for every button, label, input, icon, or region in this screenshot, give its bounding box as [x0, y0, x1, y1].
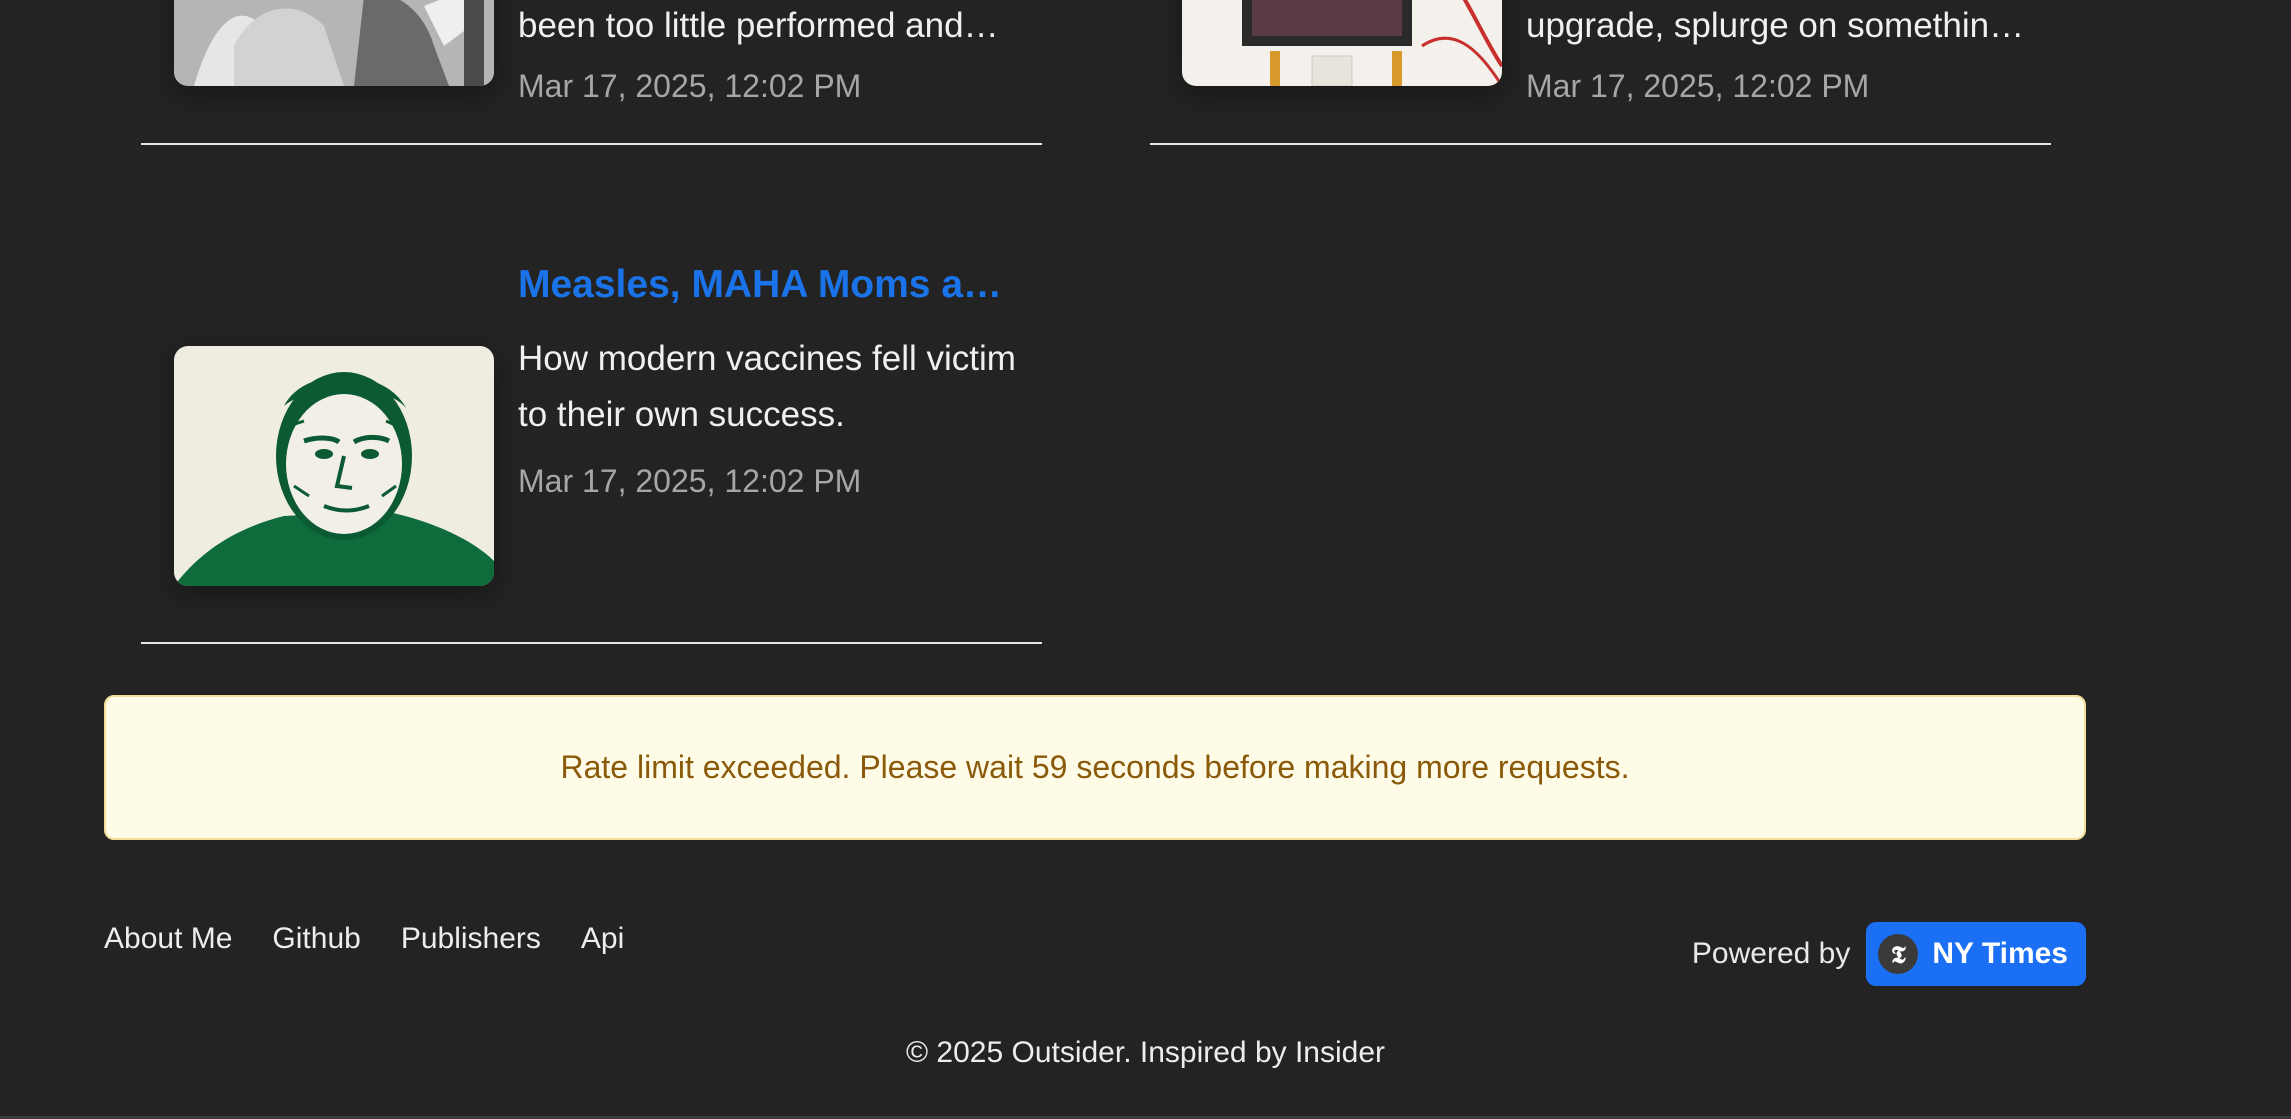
article-title-link[interactable]: Measles, MAHA Moms an…: [518, 263, 1018, 307]
article-summary: How modern vaccines fell victim to their…: [518, 339, 1016, 434]
nyt-badge-label: NY Times: [1932, 937, 2068, 970]
footer-link-publishers[interactable]: Publishers: [401, 922, 541, 956]
footer-link-github[interactable]: Github: [272, 922, 360, 956]
footer-link-about-me[interactable]: About Me: [104, 922, 232, 956]
article-thumbnail[interactable]: [174, 0, 494, 86]
article-summary: upgrade, splurge on somethin…: [1526, 6, 2025, 45]
article-divider: [141, 642, 1042, 644]
powered-by: Powered by 𝕿 NY Times: [1692, 922, 2086, 986]
rate-limit-alert: Rate limit exceeded. Please wait 59 seco…: [104, 695, 2086, 840]
alert-message: Rate limit exceeded. Please wait 59 seco…: [560, 749, 1630, 785]
article-divider: [1150, 143, 2051, 145]
article-thumbnail[interactable]: [1182, 0, 1502, 86]
article-thumbnail[interactable]: [174, 346, 494, 586]
nyt-badge-button[interactable]: 𝕿 NY Times: [1866, 922, 2086, 986]
footer-link-api[interactable]: Api: [581, 922, 624, 956]
nyt-logo-icon: 𝕿: [1878, 934, 1919, 974]
article-divider: [141, 143, 1042, 145]
powered-by-label: Powered by: [1691, 937, 1851, 970]
article-summary: been too little performed and…: [518, 6, 999, 45]
page: been too little performed and… Mar 17, 2…: [0, 0, 2291, 1119]
article-date: Mar 17, 2025, 12:02 PM: [518, 463, 862, 499]
footer-nav: About Me Github Publishers Api: [104, 922, 624, 956]
article-date: Mar 17, 2025, 12:02 PM: [1526, 68, 1870, 104]
article-date: Mar 17, 2025, 12:02 PM: [518, 68, 862, 104]
copyright-text: © 2025 Outsider. Inspired by Insider: [905, 1036, 1386, 1069]
